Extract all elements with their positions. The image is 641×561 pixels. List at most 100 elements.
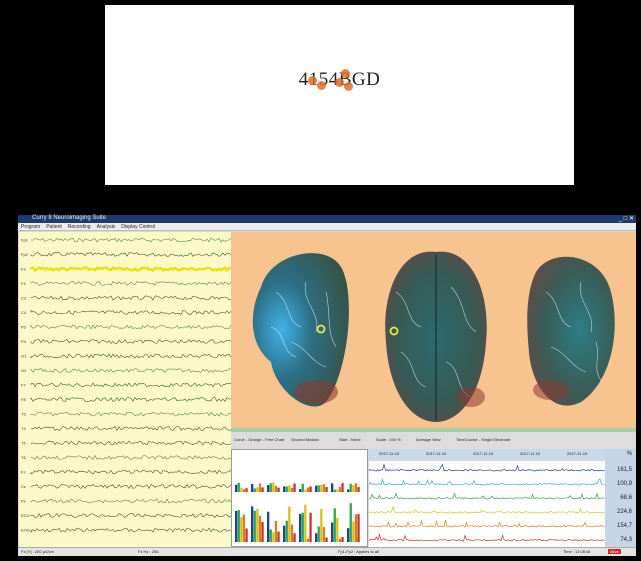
eeg-trace xyxy=(30,281,231,286)
band-bar xyxy=(322,527,326,542)
stimulus-panel: 4154BGD xyxy=(105,5,574,185)
scale-value: 154,7 xyxy=(616,523,632,529)
band-bar xyxy=(290,487,294,492)
band-bar xyxy=(357,487,360,492)
eeg-trace xyxy=(30,309,231,315)
band-bar xyxy=(347,489,350,492)
scale-value: 224,6 xyxy=(616,509,632,515)
band-bar xyxy=(301,483,304,492)
band-bar xyxy=(256,508,259,542)
band-bar xyxy=(253,488,256,492)
control-item[interactable]: Start - None xyxy=(339,437,361,442)
band-bar xyxy=(347,528,350,542)
band-bar xyxy=(349,503,352,542)
band-bar xyxy=(320,484,323,492)
band-bar xyxy=(242,489,246,492)
status-time: Time : 11:08:46 xyxy=(563,549,591,554)
gaze-point xyxy=(317,81,326,90)
menu-patient[interactable]: Patient xyxy=(46,224,62,230)
timecourse-trace xyxy=(368,505,605,514)
band-bar xyxy=(293,533,296,542)
band-bar xyxy=(274,485,278,492)
band-bar xyxy=(269,529,272,542)
band-bar xyxy=(325,537,328,542)
band-bar xyxy=(253,510,256,542)
band-bar xyxy=(349,483,352,492)
control-item[interactable]: TimeCourse - Single Electrode xyxy=(456,437,510,442)
band-bar xyxy=(235,510,238,542)
timecourse-trace xyxy=(368,463,605,472)
menu-display-control[interactable]: Display Control xyxy=(121,224,155,230)
channel-label: ECG xyxy=(21,513,30,518)
band-bar xyxy=(251,483,254,492)
band-bar xyxy=(237,510,240,542)
band-bar xyxy=(338,486,342,492)
gaze-point xyxy=(341,69,350,78)
band-bar xyxy=(235,484,238,492)
status-alive: Alive xyxy=(608,549,621,554)
band-bar xyxy=(285,486,288,492)
band-bar xyxy=(283,525,286,542)
band-bar xyxy=(288,506,291,542)
status-bar: Fz [Y] : 200 µV/cm Fz Hz : 256 Fp1-Fp2 :… xyxy=(18,547,636,556)
control-item[interactable]: Average View xyxy=(416,437,441,442)
channel-label: P3 xyxy=(21,325,27,330)
timecourse-trace xyxy=(368,532,605,542)
band-bar xyxy=(256,487,259,492)
eeg-traces: Fp1 Fp2 F3 F4 C3 C4 P3 P4 O1 O2 F7 F8 T3 T4 T5 T6 Fz Cz Pz… xyxy=(21,237,231,533)
band-bar xyxy=(331,522,334,542)
control-item[interactable]: Second Median xyxy=(291,437,319,442)
band-bar xyxy=(333,489,336,492)
band-bar xyxy=(258,483,262,492)
band-bar xyxy=(267,485,270,492)
timecourse-trace xyxy=(368,492,605,500)
band-bar xyxy=(277,487,280,492)
band-bar xyxy=(354,483,358,492)
eeg-trace xyxy=(30,454,231,460)
eeg-trace-panel[interactable]: Fp1 Fp2 F3 F4 C3 C4 P3 P4 O1 O2 F7 F8 T3 T4 T5 T6 Fz Cz Pz… xyxy=(19,232,231,547)
timecourse-panel: 2017-11-10 2017-11-10 2017-11-10 2017-11-10… xyxy=(368,449,605,547)
channel-label: Pz xyxy=(21,499,26,504)
eeg-trace xyxy=(30,353,231,359)
eeg-trace xyxy=(30,513,231,518)
band-bar xyxy=(315,485,318,492)
band-bar xyxy=(331,483,334,492)
band-bar xyxy=(251,506,254,542)
channel-label: C4 xyxy=(21,310,27,315)
channel-label: F3 xyxy=(21,267,26,272)
brain-top-view xyxy=(385,251,487,422)
channel-label: P4 xyxy=(21,339,27,344)
channel-label: T6 xyxy=(21,455,26,460)
band-bar xyxy=(317,526,320,542)
channel-label: T3 xyxy=(21,412,26,417)
status-file: Fp1-Fp2 : Applies to all xyxy=(338,549,379,554)
band-bar xyxy=(352,484,355,492)
band-bar xyxy=(288,485,291,492)
band-bar xyxy=(354,514,358,542)
control-item[interactable]: Curve - Orange - Free Chart xyxy=(234,437,284,442)
scale-unit: % xyxy=(626,451,632,457)
channel-label: Fp2 xyxy=(21,252,29,257)
band-bar xyxy=(240,487,243,492)
menu-recording[interactable]: Recording xyxy=(68,224,91,230)
eeg-trace xyxy=(30,498,231,504)
window-controls[interactable]: _ □ ✕ xyxy=(619,215,634,222)
brain-left-view xyxy=(252,253,349,407)
channel-label: F4 xyxy=(21,281,26,286)
band-bar xyxy=(290,524,294,542)
menu-program[interactable]: Program xyxy=(21,224,40,230)
timecourse-traces: 2017-11-10 2017-11-10 2017-11-10 2017-11-10… xyxy=(368,449,605,542)
scale-panel: % 161,5 100,9 68,6 224,6 154,7 74,3 xyxy=(605,449,636,547)
status-mid: Fz Hz : 256 xyxy=(138,549,159,554)
channel-label: Fz xyxy=(21,470,25,475)
eeg-trace xyxy=(30,396,231,402)
eeg-trace xyxy=(30,324,231,330)
control-item[interactable]: Scale : 100 % xyxy=(376,437,401,442)
scale-value: 100,9 xyxy=(616,481,632,487)
eeg-trace xyxy=(30,237,231,243)
band-bar xyxy=(333,508,336,542)
band-bar xyxy=(341,537,344,542)
menu-analysis[interactable]: Analysis xyxy=(97,224,116,230)
band-bar xyxy=(299,489,302,492)
band-bar xyxy=(304,504,307,542)
